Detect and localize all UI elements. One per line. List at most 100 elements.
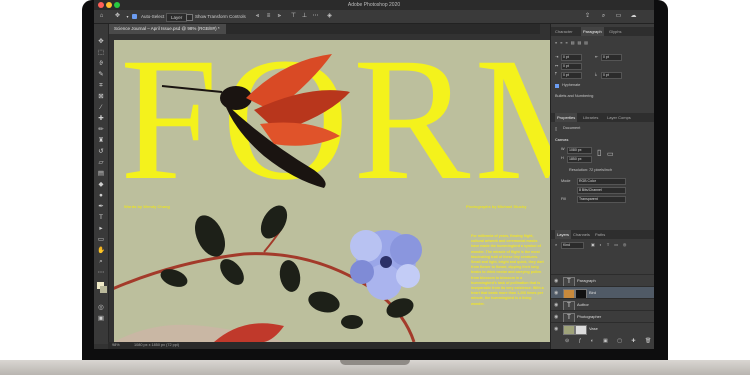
brush-icon[interactable]: ✏	[97, 126, 105, 134]
chevron-down-icon[interactable]: ▾	[124, 13, 131, 20]
history-brush-icon[interactable]: ↺	[97, 148, 105, 156]
bit-depth-dropdown[interactable]: 8 Bits/Channel	[577, 187, 626, 194]
indent-right-field[interactable]: 0 pt	[601, 54, 622, 61]
more-tools-icon[interactable]: ⋯	[97, 269, 105, 277]
mode-dropdown[interactable]: RGB Color	[577, 178, 626, 185]
visibility-eye-icon[interactable]: ◉	[554, 290, 558, 296]
tab-properties[interactable]: Properties	[555, 113, 578, 122]
canvas-section-label[interactable]: Canvas	[555, 138, 569, 142]
tab-paths[interactable]: Paths	[595, 230, 605, 239]
layer-row[interactable]: ◉ Vase	[551, 322, 654, 335]
move-icon[interactable]: ✥	[97, 38, 105, 46]
credit-photographer: Photographs by Michael Stucky	[466, 204, 527, 209]
lasso-icon[interactable]: ϑ	[97, 60, 105, 68]
layer-filter-dropdown[interactable]: Kind	[561, 242, 584, 249]
article-paragraph: For millennia of years, flowing flight, …	[471, 234, 544, 306]
tab-channels[interactable]: Channels	[573, 230, 590, 239]
pen-icon[interactable]: ✒	[97, 203, 105, 211]
orientation-landscape-icon[interactable]: ▭	[607, 150, 614, 158]
canvas-height-field[interactable]: 1850 px	[567, 156, 592, 163]
zoom-window-icon[interactable]	[114, 2, 120, 8]
frame-icon[interactable]: ⊠	[97, 93, 105, 101]
show-transform-label: Show Transform Controls	[195, 14, 246, 19]
move-tool-icon[interactable]: ✥	[114, 13, 121, 20]
indent-left-field[interactable]: 0 pt	[561, 54, 582, 61]
layer-name: Vase	[589, 326, 598, 331]
layer-actions-bar[interactable]: ⊝ ƒ ◐ ▣ ▢ ✚ 🗑	[565, 338, 654, 344]
zoom-icon[interactable]: ⌕	[97, 258, 105, 266]
tab-layers[interactable]: Layers	[555, 230, 572, 239]
hyphenate-checkbox[interactable]	[555, 84, 559, 88]
marquee-icon[interactable]: ⬚	[97, 49, 105, 57]
type-tool-icon[interactable]: T	[97, 214, 105, 222]
space-after-field[interactable]: 0 pt	[601, 72, 622, 79]
home-icon[interactable]: ⌂	[98, 13, 105, 20]
clone-stamp-icon[interactable]: ♜	[97, 137, 105, 145]
crop-icon[interactable]: ⌗	[97, 82, 105, 90]
auto-select-target-dropdown[interactable]: Layer	[166, 13, 188, 22]
minimize-window-icon[interactable]	[106, 2, 112, 8]
fill-dropdown[interactable]: Transparent	[577, 196, 626, 203]
properties-panel-tabs: Properties Libraries Layer Comps	[551, 113, 654, 122]
leaf	[194, 215, 226, 257]
hand-icon[interactable]: ✋	[97, 247, 105, 255]
eraser-icon[interactable]: ▱	[97, 159, 105, 167]
tab-glyphs[interactable]: Glyphs	[609, 27, 621, 36]
paragraph-alignment-buttons[interactable]: ≡ ≡ ≡ ▤ ▤ ▤	[555, 40, 589, 45]
mode-label: Mode	[561, 179, 571, 183]
path-select-icon[interactable]: ▸	[97, 225, 105, 233]
document-canvas[interactable]: FORM	[114, 40, 550, 342]
layers-panel-tabs: Layers Channels Paths	[551, 230, 654, 239]
align-top-icon[interactable]: ⊤	[290, 13, 297, 20]
indent-left-icon: ⇥	[555, 55, 559, 59]
hummingbird	[161, 54, 350, 188]
share-icon[interactable]: ⇪	[584, 13, 591, 20]
blur-icon[interactable]: ◆	[97, 181, 105, 189]
zoom-readout[interactable]: 98%	[112, 342, 120, 349]
visibility-eye-icon[interactable]: ◉	[554, 326, 558, 332]
document-size: 1080 px x 1850 px (72 ppi)	[134, 343, 179, 347]
gradient-icon[interactable]: ▤	[97, 170, 105, 178]
align-right-icon[interactable]: ⫸	[276, 13, 283, 20]
bullets-label[interactable]: Bullets and Numbering	[555, 94, 593, 98]
three-d-mode-icon[interactable]: ◈	[326, 13, 333, 20]
quick-select-icon[interactable]: ✎	[97, 71, 105, 79]
tab-character[interactable]: Character	[555, 27, 573, 36]
tab-layer-comps[interactable]: Layer Comps	[607, 113, 631, 122]
quick-mask-icon[interactable]: ◎	[97, 304, 105, 312]
align-middle-icon[interactable]: ⊥	[301, 13, 308, 20]
show-transform-checkbox[interactable]	[186, 14, 193, 21]
document-tab[interactable]: Science Journal – April Issue.psd @ 98% …	[108, 24, 226, 34]
close-window-icon[interactable]	[98, 2, 104, 8]
background-color-swatch[interactable]	[100, 286, 107, 293]
align-center-icon[interactable]: ≡	[265, 13, 272, 20]
healing-brush-icon[interactable]: ✚	[97, 115, 105, 123]
orientation-portrait-icon[interactable]: ▯	[597, 148, 601, 157]
workspace-icon[interactable]: ▭	[615, 13, 622, 20]
leaf	[341, 315, 363, 329]
indent-first-field[interactable]: 0 pt	[561, 63, 582, 70]
visibility-eye-icon[interactable]: ◉	[554, 278, 558, 284]
visibility-eye-icon[interactable]: ◉	[554, 314, 558, 320]
tab-libraries[interactable]: Libraries	[583, 113, 598, 122]
tab-paragraph[interactable]: Paragraph	[581, 27, 604, 36]
leaf	[308, 291, 340, 313]
search-icon[interactable]: ⌕	[600, 13, 607, 20]
paragraph-panel-tabs: Character Paragraph Glyphs	[551, 27, 654, 36]
dodge-icon[interactable]: ●	[97, 192, 105, 200]
canvas-width-field[interactable]: 1080 px	[567, 147, 592, 154]
layer-filter-icons[interactable]: ▣ ◐ T ▭ ◎	[591, 242, 628, 247]
screen-mode-icon[interactable]: ▣	[97, 315, 105, 323]
auto-select-checkbox[interactable]	[132, 14, 137, 19]
visibility-eye-icon[interactable]: ◉	[554, 302, 558, 308]
space-before-field[interactable]: 0 pt	[561, 72, 582, 79]
rectangle-icon[interactable]: ▭	[97, 236, 105, 244]
eyedropper-icon[interactable]: ⁄	[97, 104, 105, 112]
width-label: W	[561, 147, 565, 151]
cloud-icon[interactable]: ☁	[630, 13, 637, 20]
distribute-icon[interactable]: ⋯	[312, 13, 319, 20]
space-after-icon: ⤓	[595, 72, 597, 76]
tools-panel: ✥ ⬚ ϑ ✎ ⌗ ⊠ ⁄ ✚ ✏ ♜ ↺ ▱ ▤ ◆ ● ✒ T ▸ ▭ ✋ …	[94, 24, 109, 344]
align-left-icon[interactable]: ⫷	[254, 13, 261, 20]
document-tab-bar: Science Journal – April Issue.psd @ 98% …	[108, 24, 540, 34]
